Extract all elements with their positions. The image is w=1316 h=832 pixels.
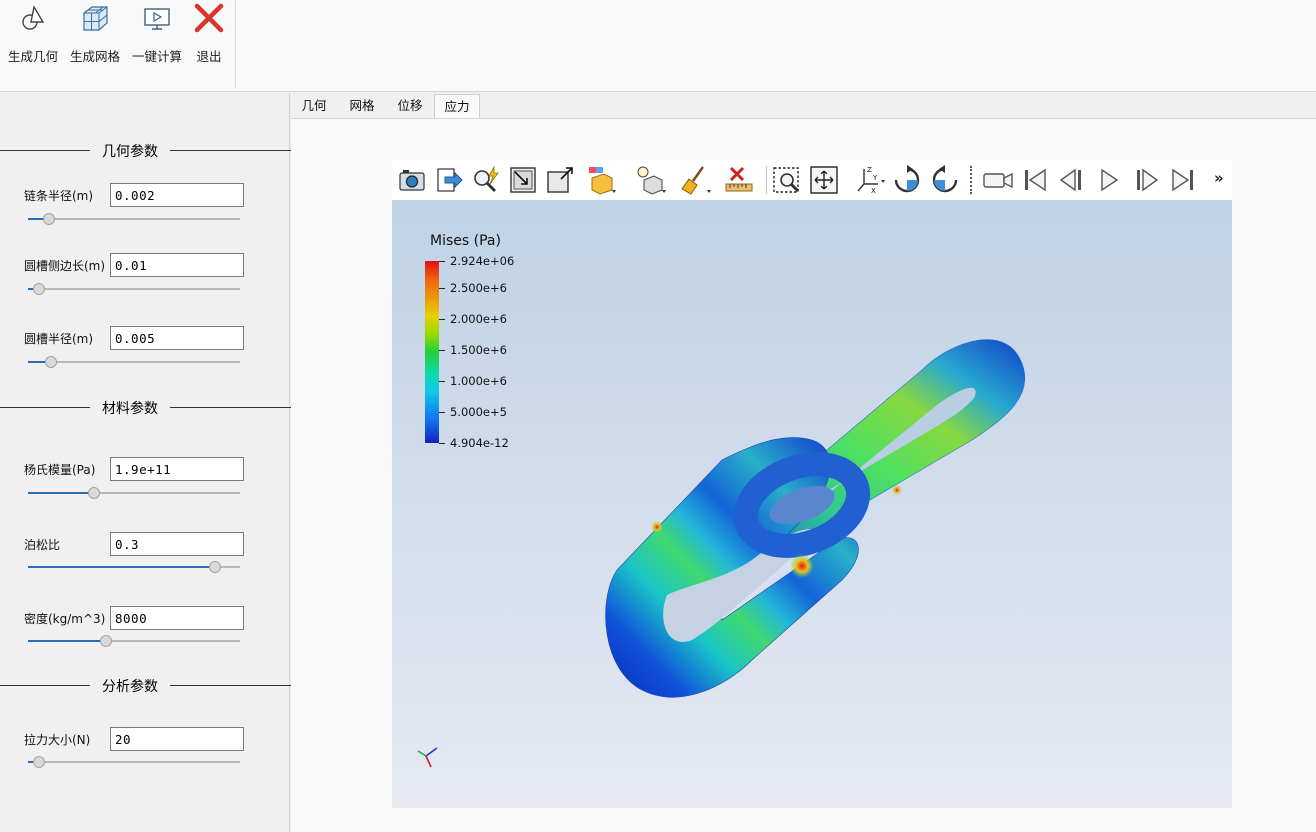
poisson-ratio-slider[interactable] [28,560,240,574]
tab-stress[interactable]: 应力 [434,94,480,118]
axes-orientation-icon[interactable]: ZYX [854,164,886,196]
stress-hotspot [790,554,814,578]
ribbon-separator [235,0,236,88]
light-icon[interactable] [634,164,666,196]
zoom-box-icon[interactable] [771,164,803,196]
color-map-icon[interactable] [586,164,618,196]
slot-side-length-label: 圆槽侧边长(m) [24,259,106,273]
generate-geometry-button[interactable]: 生成几何 [3,0,63,70]
generate-geometry-label: 生成几何 [7,49,58,64]
slot-side-length-input[interactable] [110,253,244,277]
youngs-modulus-slider[interactable] [28,486,240,500]
geometry-icon [22,5,45,30]
mesh-icon [83,6,108,31]
tab-geometry[interactable]: 几何 [290,94,338,118]
rotate-cw-icon[interactable] [891,164,923,196]
svg-text:X: X [871,187,876,195]
divider-line [0,685,90,686]
divider-line [0,407,90,408]
youngs-modulus-input[interactable] [110,457,244,481]
density-label: 密度(kg/m^3) [24,612,106,626]
camera-icon[interactable] [396,164,428,196]
section-title: 几何参数 [102,144,158,160]
close-icon [194,3,224,33]
toolbar-separator [970,166,972,194]
stress-hotspot [892,485,902,495]
slot-side-length-slider[interactable] [28,282,240,296]
divider-line [0,150,90,151]
rotate-ccw-icon[interactable] [929,164,961,196]
ribbon-toolbar: 生成几何 生成网格 一键计算 退出 [0,0,1316,92]
divider-line [170,407,296,408]
reset-camera-icon[interactable] [507,164,539,196]
one-click-compute-label: 一键计算 [131,49,182,64]
poisson-ratio-input[interactable] [110,532,244,556]
tensile-force-label: 拉力大小(N) [24,733,91,747]
chain-radius-label: 链条半径(m) [24,189,94,203]
youngs-modulus-label: 杨氏模量(Pa) [24,463,96,477]
compute-icon [144,8,170,30]
one-click-compute-button[interactable]: 一键计算 [127,0,187,70]
section-geometry-params: 几何参数 [0,141,296,161]
chain-link-left [605,437,859,698]
tab-mesh[interactable]: 网格 [338,94,386,118]
first-frame-icon[interactable] [1019,164,1051,196]
divider-line [170,150,296,151]
tab-displacement[interactable]: 位移 [386,94,434,118]
zoom-to-data-icon[interactable] [544,164,576,196]
parameter-panel: 几何参数 链条半径(m) 圆槽侧边长(m) 圆槽半径(m) 材料参数 杨氏模量(… [0,93,296,832]
section-title: 材料参数 [102,401,158,417]
render-view[interactable]: Mises (Pa) 2.924e+06 2.500e+6 2.000e+6 1.50… [392,200,1232,808]
tensile-force-input[interactable] [110,727,244,751]
query-icon[interactable] [470,164,502,196]
toolbar-separator [766,166,767,194]
export-icon[interactable] [433,164,465,196]
record-icon[interactable] [982,164,1014,196]
section-material-params: 材料参数 [0,398,296,418]
chain-radius-slider[interactable] [28,212,240,226]
poisson-ratio-label: 泊松比 [24,538,61,552]
generate-mesh-button[interactable]: 生成网格 [65,0,125,70]
view-toolbar: ZYX » [392,160,1232,200]
ruler-icon[interactable] [724,164,756,196]
section-title: 分析参数 [102,679,158,695]
exit-label: 退出 [196,49,222,64]
svg-text:Z: Z [867,166,872,174]
move-icon[interactable] [808,164,840,196]
play-icon[interactable] [1093,164,1125,196]
prev-frame-icon[interactable] [1056,164,1088,196]
svg-text:Y: Y [872,174,878,182]
stress-hotspot [651,521,663,533]
density-slider[interactable] [28,634,240,648]
more-icon[interactable]: » [1214,169,1224,187]
axes-triad-icon [417,747,438,768]
section-analysis-params: 分析参数 [0,676,296,696]
clear-icon[interactable] [679,164,711,196]
slot-radius-label: 圆槽半径(m) [24,332,94,346]
next-frame-icon[interactable] [1130,164,1162,196]
last-frame-icon[interactable] [1167,164,1199,196]
slot-radius-input[interactable] [110,326,244,350]
divider-line [170,685,296,686]
generate-mesh-label: 生成网格 [69,49,120,64]
chain-radius-input[interactable] [110,183,244,207]
density-input[interactable] [110,606,244,630]
chain-links-stress-plot [417,339,1026,768]
tensile-force-slider[interactable] [28,755,240,769]
slot-radius-slider[interactable] [28,355,240,369]
exit-button[interactable]: 退出 [179,0,239,70]
